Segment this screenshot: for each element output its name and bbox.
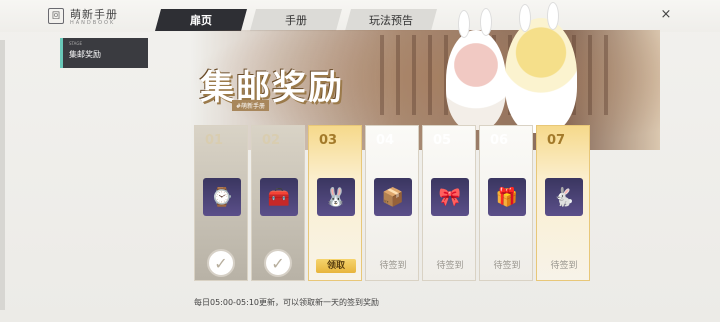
claim-button[interactable]: 领取 [316,259,356,273]
pending-sign-in-label: 待签到 [379,261,407,271]
bunny-ear-icon [480,8,492,36]
bunny-ear-icon [547,2,559,30]
reward-item-icon: 📦 [374,178,412,216]
reward-item-icon: 🎀 [431,178,469,216]
card-day-number: 04 [376,133,395,148]
tab-bar: 扉页 手册 玩法预告 [155,9,440,31]
refresh-note: 每日05:00-05:10更新，可以领取新一天的签到奖励 [194,298,379,307]
reward-item-icon: 🐰 [317,178,355,216]
reward-card-day-3[interactable]: 03 🐰 领取 [308,125,362,281]
tab-title-page[interactable]: 扉页 [155,9,247,31]
card-day-number: 05 [433,133,452,148]
reward-card-day-7[interactable]: 07 🐇 待签到 [536,125,590,281]
pending-sign-in-label: 待签到 [493,261,521,271]
pending-sign-in-label: 待签到 [550,261,578,271]
sidebar-item-label: 集邮奖励 [69,50,101,59]
claimed-check-icon: ✓ [264,249,292,277]
bunny-ear-icon [519,4,531,32]
reward-item-icon: ⌚ [203,178,241,216]
sidebar-rail [0,40,5,310]
card-day-number: 07 [547,133,566,148]
top-bar: 回 萌新手册 HANDBOOK 扉页 手册 玩法预告 × [0,0,720,32]
sidebar-item-stamp-rewards[interactable]: STAGE 集邮奖励 [60,38,148,68]
reward-card-day-1[interactable]: 01 ⌚ ✓ [194,125,248,281]
card-day-number: 03 [319,133,338,148]
card-day-number: 01 [205,133,224,148]
card-day-number: 06 [490,133,509,148]
character-blond-bunny [505,2,577,133]
reward-card-day-4[interactable]: 04 📦 待签到 [365,125,419,281]
reward-card-day-2[interactable]: 02 🧰 ✓ [251,125,305,281]
reward-card-day-6[interactable]: 06 🎁 待签到 [479,125,533,281]
reward-card-day-5[interactable]: 05 🎀 待签到 [422,125,476,281]
claimed-check-icon: ✓ [207,249,235,277]
reward-item-icon: 🐇 [545,178,583,216]
app-subtitle: HANDBOOK [70,20,116,26]
banner-tag: #萌新手册 [232,100,270,111]
tab-handbook[interactable]: 手册 [250,9,342,31]
sidebar-item-tag: STAGE [69,41,82,46]
pending-sign-in-label: 待签到 [436,261,464,271]
reward-item-icon: 🎁 [488,178,526,216]
card-day-number: 02 [262,133,281,148]
close-icon[interactable]: × [658,7,674,23]
handbook-logo-icon: 回 [48,8,64,24]
character-pink-bunny [446,8,506,130]
bunny-ear-icon [458,10,470,38]
tab-gameplay-preview[interactable]: 玩法预告 [345,9,437,31]
reward-item-icon: 🧰 [260,178,298,216]
banner-title: 集邮奖励 [200,68,344,108]
